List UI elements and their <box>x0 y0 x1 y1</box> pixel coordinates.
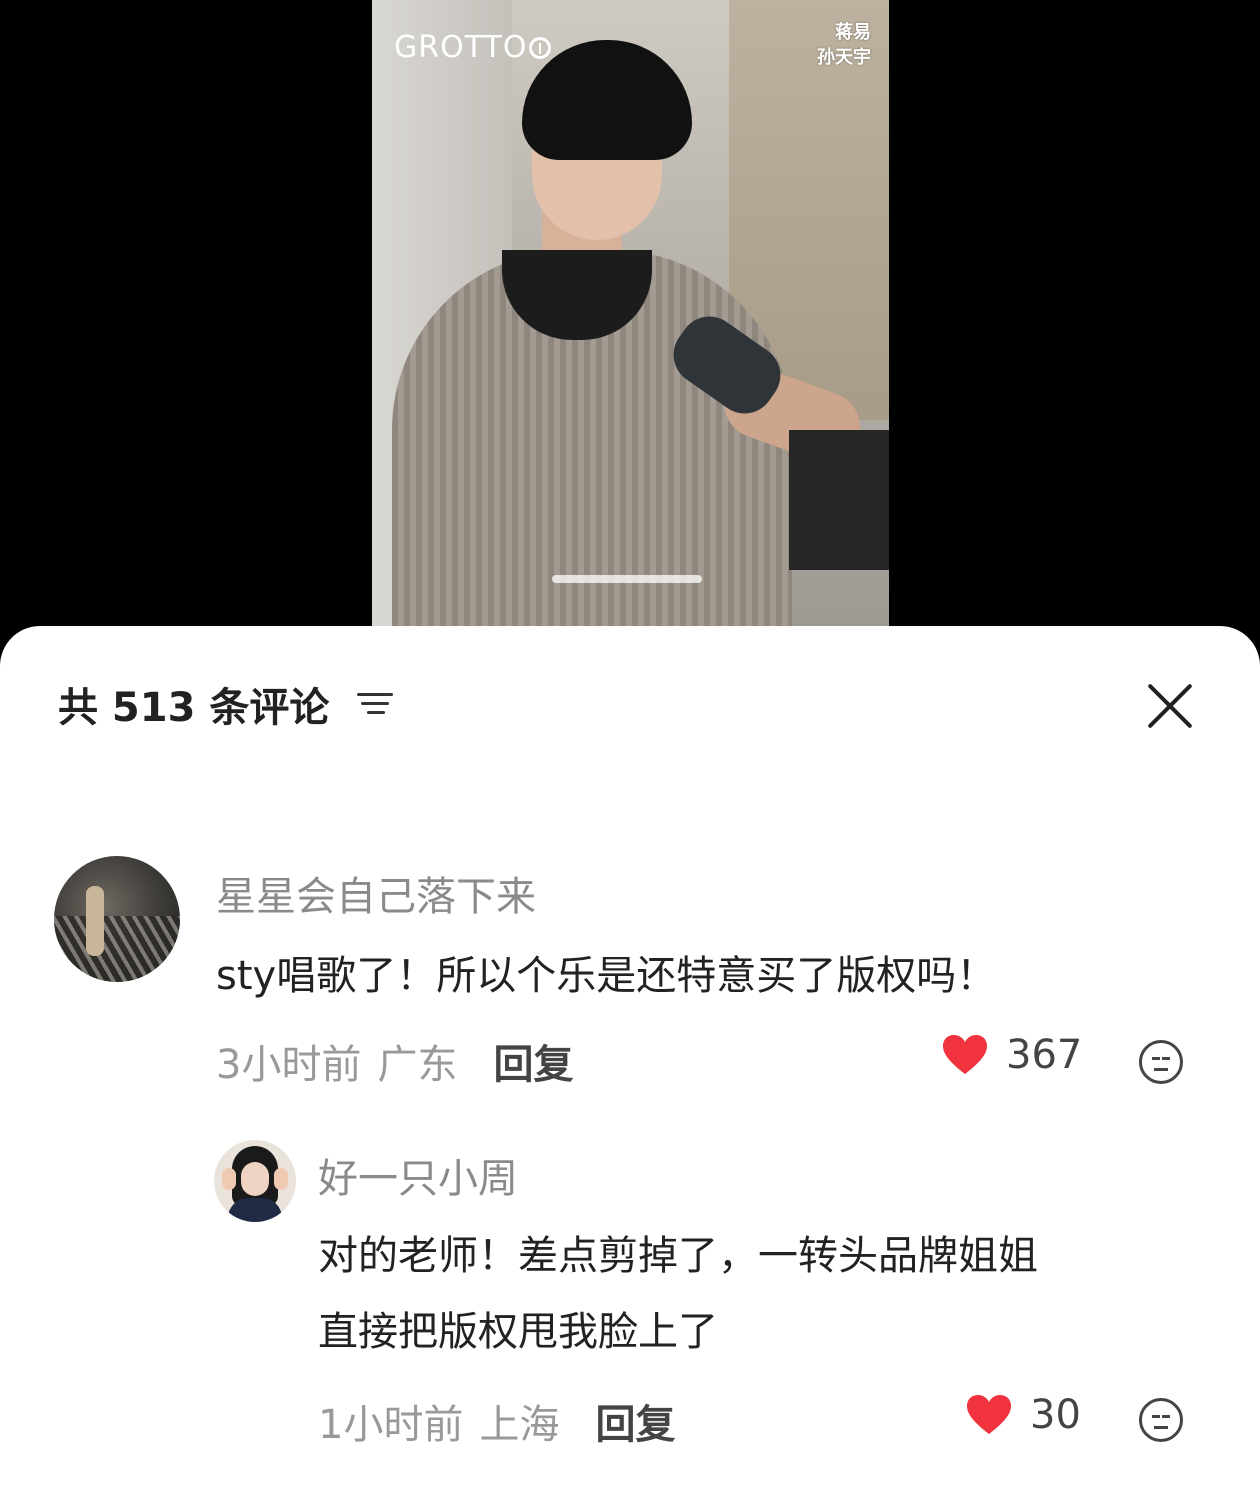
avatar-face <box>241 1162 269 1196</box>
like-button[interactable]: 367 <box>942 1032 1082 1078</box>
logo-arrow-icon <box>529 37 552 59</box>
brand-logo-text: GROTTO <box>394 30 528 65</box>
reply-meta: 1小时前 上海 回复 <box>318 1392 675 1450</box>
reply-username[interactable]: 好一只小周 <box>318 1146 518 1204</box>
comment-time: 3小时前 <box>216 1042 362 1088</box>
avatar-hand-left <box>222 1168 236 1190</box>
reply-location: 上海 <box>479 1402 560 1448</box>
meh-face-icon[interactable] <box>1139 1040 1183 1084</box>
video-interviewer-sleeve <box>789 430 889 570</box>
video-credit: 蒋易 孙天宇 <box>817 20 871 70</box>
reply-button[interactable]: 回复 <box>595 1392 675 1450</box>
video-subtitle <box>552 575 702 583</box>
reply-like-count: 30 <box>1030 1392 1081 1438</box>
avatar-image-detail <box>54 916 180 982</box>
sort-lines-icon[interactable] <box>357 689 397 719</box>
credit-line-1: 蒋易 <box>835 22 871 43</box>
close-icon[interactable] <box>1144 680 1196 732</box>
comment-meta: 3小时前 广东 回复 <box>216 1032 573 1090</box>
heart-icon <box>943 1035 987 1074</box>
comment-location: 广东 <box>377 1042 458 1088</box>
credit-line-2: 孙天宇 <box>817 47 871 68</box>
reply-time: 1小时前 <box>318 1402 464 1448</box>
heart-icon <box>967 1395 1011 1434</box>
avatar-hand-right <box>274 1168 288 1190</box>
comments-header: 共 513 条评论 <box>58 674 397 734</box>
commenter-avatar[interactable] <box>54 856 180 982</box>
brand-logo: GROTTO <box>394 30 552 65</box>
comments-sheet: 共 513 条评论 星星会自己落下来 sty唱歌了！所以个乐是还特意买了版权吗！… <box>0 626 1260 1496</box>
avatar-figure <box>86 886 104 956</box>
reply-commenter-avatar[interactable] <box>214 1140 296 1222</box>
comment-text: sty唱歌了！所以个乐是还特意买了版权吗！ <box>216 953 997 999</box>
reply-text-line-1: 对的老师！差点剪掉了，一转头品牌姐姐 <box>318 1233 1038 1279</box>
comment-username[interactable]: 星星会自己落下来 <box>216 864 536 922</box>
video-player[interactable]: GROTTO 蒋易 孙天宇 <box>0 0 1260 680</box>
avatar-body <box>228 1198 282 1222</box>
reply-like-button[interactable]: 30 <box>966 1392 1081 1438</box>
reply-text-line-2: 直接把版权甩我脸上了 <box>318 1309 718 1355</box>
like-count: 367 <box>1006 1032 1083 1078</box>
comment-count-title: 共 513 条评论 <box>58 685 330 731</box>
reply-button[interactable]: 回复 <box>493 1032 573 1090</box>
video-frame[interactable]: GROTTO 蒋易 孙天宇 <box>372 0 889 640</box>
meh-face-icon[interactable] <box>1139 1398 1183 1442</box>
